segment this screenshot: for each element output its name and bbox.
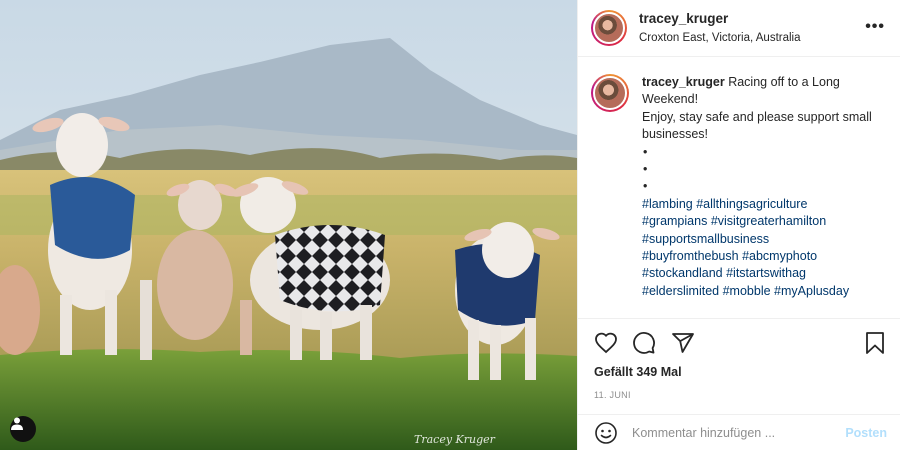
hashtag-link[interactable]: #myAplusday <box>774 284 849 298</box>
caption-avatar[interactable] <box>591 74 629 112</box>
hashtag-link[interactable]: #allthingsagriculture <box>696 197 807 211</box>
lambs-photo <box>0 0 577 450</box>
like-count[interactable]: Gefällt 349 Mal <box>594 365 682 379</box>
hashtag-link[interactable]: #itstartswithag <box>726 266 806 280</box>
hashtag-link[interactable]: #elderslimited <box>642 284 719 298</box>
post-caption: tracey_kruger Racing off to a Long Weeke… <box>591 74 891 300</box>
post-date[interactable]: 11. JUNI <box>594 390 631 400</box>
hashtag-link[interactable]: #stockandland <box>642 266 723 280</box>
header-username[interactable]: tracey_kruger <box>639 11 801 27</box>
share-icon[interactable] <box>671 331 695 355</box>
hashtag-link[interactable]: #buyfromthebush <box>642 249 739 263</box>
header-location[interactable]: Croxton East, Victoria, Australia <box>639 30 801 46</box>
post-side-panel: tracey_kruger Croxton East, Victoria, Au… <box>577 0 900 450</box>
hashtag-link[interactable]: #abcmyphoto <box>742 249 817 263</box>
caption-line-2: Enjoy, stay safe and please support smal… <box>642 109 872 142</box>
post-header: tracey_kruger Croxton East, Victoria, Au… <box>578 0 900 57</box>
photo-watermark: Tracey Kruger <box>414 433 495 446</box>
comment-input[interactable] <box>632 425 832 440</box>
heart-icon[interactable] <box>594 331 618 355</box>
user-tag-icon[interactable] <box>10 416 36 442</box>
more-options-icon[interactable]: ••• <box>865 18 885 36</box>
hashtag-link[interactable]: #lambing <box>642 197 693 211</box>
hashtag-link[interactable]: #grampians <box>642 214 707 228</box>
post-actions: Gefällt 349 Mal 11. JUNI Posten <box>578 318 900 450</box>
caption-username[interactable]: tracey_kruger <box>642 75 725 89</box>
comment-icon[interactable] <box>632 331 656 355</box>
emoji-icon[interactable] <box>594 421 618 445</box>
caption-bullet: • <box>643 162 648 177</box>
caption-bullet: • <box>643 179 648 194</box>
hashtag-link[interactable]: #mobble <box>723 284 771 298</box>
caption-bullet: • <box>643 144 648 159</box>
comment-bar: Posten <box>578 414 900 450</box>
post-photo[interactable]: Tracey Kruger <box>0 0 577 450</box>
bookmark-icon[interactable] <box>863 331 887 355</box>
post-comment-button[interactable]: Posten <box>845 426 887 440</box>
avatar[interactable] <box>591 10 627 46</box>
hashtag-link[interactable]: #visitgreaterhamilton <box>711 214 826 228</box>
hashtag-link[interactable]: #supportsmallbusiness <box>642 232 769 246</box>
